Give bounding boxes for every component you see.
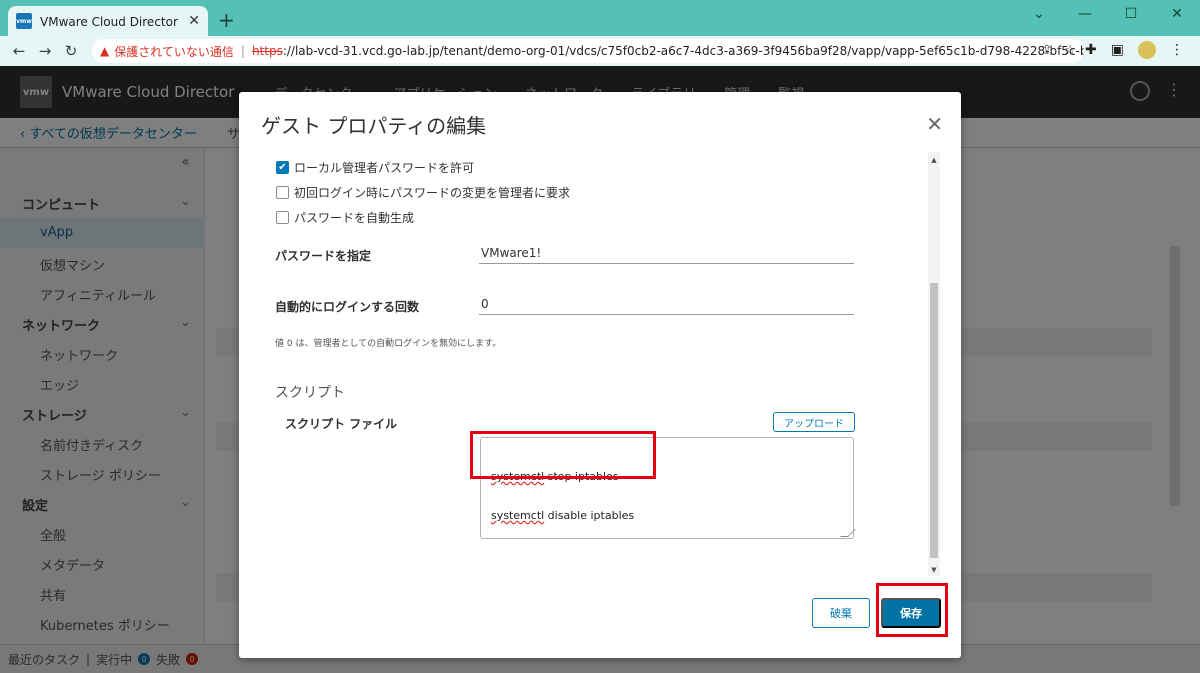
vmware-favicon-icon: vmw xyxy=(16,13,32,29)
allow-local-admin-password-checkbox[interactable]: ✔ ローカル管理者パスワードを許可 xyxy=(276,159,474,176)
browser-tab[interactable]: vmw VMware Cloud Director - 仮想マシン ✕ xyxy=(8,6,208,36)
extensions-puzzle-icon[interactable]: ✚ xyxy=(1085,42,1097,58)
share-icon[interactable]: ⇪ xyxy=(1041,43,1052,58)
autologin-count-label: 自動的にログインする回数 xyxy=(275,300,420,314)
security-status: 保護されていない通信 xyxy=(114,44,234,59)
auto-generate-password-checkbox[interactable]: パスワードを自動生成 xyxy=(276,209,414,226)
checkbox-label: ローカル管理者パスワードを許可 xyxy=(294,161,475,175)
script-args: stop iptables xyxy=(544,470,619,483)
omnibox-divider: | xyxy=(240,44,245,58)
chevron-down-icon[interactable]: ⌄ xyxy=(1016,0,1062,28)
checkbox-box[interactable] xyxy=(276,211,289,224)
cancel-button[interactable]: 破棄 xyxy=(812,598,870,628)
script-args: disable iptables xyxy=(544,509,635,522)
address-bar[interactable]: ▲ 保護されていない通信 | https ://lab-vcd-31.vcd.g… xyxy=(92,39,1084,63)
bookmark-star-icon[interactable]: ☆ xyxy=(1064,43,1076,58)
maximize-icon[interactable]: ☐ xyxy=(1108,0,1154,28)
close-icon[interactable]: ✕ xyxy=(926,112,943,136)
autologin-helper-text: 値 0 は、管理者としての自動ログインを無効にします。 xyxy=(275,339,502,349)
warning-icon: ▲ xyxy=(100,44,110,58)
browser-tabstrip: vmw VMware Cloud Director - 仮想マシン ✕ + ⌄ … xyxy=(0,0,1200,36)
password-input[interactable] xyxy=(479,242,854,264)
omnibox-icons: ⇪ ☆ xyxy=(1041,43,1076,58)
browser-toolbar: ← → ↻ ▲ 保護されていない通信 | https ://lab-vcd-31… xyxy=(0,36,1200,66)
extension-icons: ✚ ▣ ⋮ xyxy=(1085,41,1184,59)
scroll-down-icon[interactable]: ▼ xyxy=(928,566,940,574)
dialog-scrollbar[interactable]: ▲ ▼ xyxy=(928,152,940,576)
url-scheme: https xyxy=(251,44,283,58)
browser-menu-icon[interactable]: ⋮ xyxy=(1170,42,1184,58)
forward-icon[interactable]: → xyxy=(32,42,58,60)
profile-avatar[interactable] xyxy=(1138,41,1156,59)
checkbox-label: パスワードを自動生成 xyxy=(294,211,415,225)
script-command: systemctl xyxy=(491,509,545,522)
dialog-title: ゲスト プロパティの編集 xyxy=(261,114,487,138)
script-line: systemctl stop iptables xyxy=(491,470,843,483)
new-tab-icon[interactable]: + xyxy=(218,8,235,32)
minimize-icon[interactable]: — xyxy=(1062,0,1108,28)
reload-icon[interactable]: ↻ xyxy=(58,42,84,60)
scroll-up-icon[interactable]: ▲ xyxy=(928,156,940,164)
edit-guest-properties-dialog: ゲスト プロパティの編集 ✕ ✔ ローカル管理者パスワードを許可 初回ログイン時… xyxy=(239,92,961,658)
back-icon[interactable]: ← xyxy=(6,42,32,60)
script-line: systemctl disable iptables xyxy=(491,509,843,522)
sidepanel-icon[interactable]: ▣ xyxy=(1111,42,1124,58)
script-file-label: スクリプト ファイル xyxy=(285,417,398,431)
scroll-thumb[interactable] xyxy=(930,283,938,558)
save-button[interactable]: 保存 xyxy=(881,598,941,628)
window-controls: ⌄ — ☐ ✕ xyxy=(1016,0,1200,28)
require-password-change-checkbox[interactable]: 初回ログイン時にパスワードの変更を管理者に要求 xyxy=(276,184,570,201)
upload-button[interactable]: アップロード xyxy=(773,412,855,432)
url-text: ://lab-vcd-31.vcd.go-lab.jp/tenant/demo-… xyxy=(282,44,1084,58)
script-command: systemctl xyxy=(491,470,545,483)
script-section-title: スクリプト xyxy=(275,385,345,401)
checkbox-label: 初回ログイン時にパスワードの変更を管理者に要求 xyxy=(294,186,571,200)
checkbox-box[interactable] xyxy=(276,186,289,199)
tab-close-icon[interactable]: ✕ xyxy=(188,13,200,29)
checkmark-icon[interactable]: ✔ xyxy=(276,161,289,174)
tab-title: VMware Cloud Director - 仮想マシン xyxy=(40,14,180,29)
close-window-icon[interactable]: ✕ xyxy=(1154,0,1200,28)
autologin-count-input[interactable] xyxy=(479,293,854,315)
password-label: パスワードを指定 xyxy=(275,249,372,263)
script-textarea[interactable]: systemctl stop iptables systemctl disabl… xyxy=(480,437,854,539)
